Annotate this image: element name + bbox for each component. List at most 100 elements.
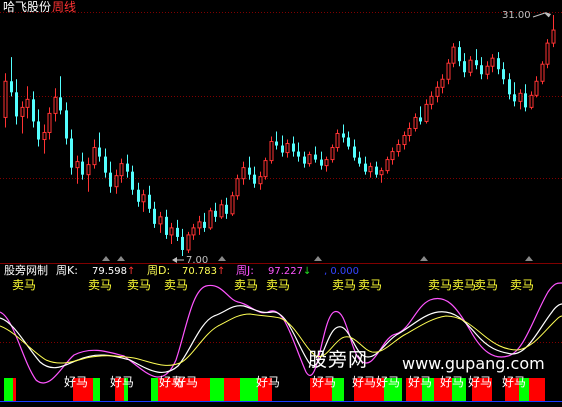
candle-body <box>307 154 312 165</box>
candle-body <box>324 159 329 167</box>
candle-body <box>181 236 184 250</box>
candle-body <box>235 178 240 197</box>
period-label: 周线 <box>52 0 77 14</box>
candle-body <box>25 98 30 108</box>
buy-signal-label: 好马 <box>174 375 199 389</box>
candle-body <box>292 143 295 152</box>
candle-body <box>241 167 246 180</box>
candle-body <box>281 145 284 153</box>
candle-body <box>451 46 456 64</box>
candle-body <box>126 163 129 172</box>
candle-body <box>513 94 516 102</box>
sell-signal-label: 卖马 <box>358 278 383 292</box>
candle-body <box>10 81 13 93</box>
candle-body <box>385 159 390 172</box>
candle-body <box>419 117 422 122</box>
k-arrow-up-icon: ↑ <box>127 266 136 277</box>
buy-signal-label: 好马 <box>64 375 89 389</box>
candle-body <box>137 189 140 202</box>
candle-body <box>230 195 235 215</box>
candle-body <box>104 156 107 173</box>
candle-body <box>440 78 445 88</box>
sell-signal-label: 卖马 <box>510 278 535 292</box>
buy-signal-label: 好马 <box>440 375 465 389</box>
candle-body <box>497 58 500 70</box>
candle-body <box>534 80 539 96</box>
candle-body <box>396 144 401 153</box>
buy-signal-label: 好马 <box>502 375 527 389</box>
high-price-label: 31.00 <box>502 10 531 21</box>
candle-body <box>219 204 224 218</box>
sell-signal-label: 卖马 <box>127 278 152 292</box>
candle-body <box>169 227 174 236</box>
candle-body <box>114 175 119 188</box>
sell-signal-label: 卖马 <box>12 278 37 292</box>
zero-value: , 0.000 <box>324 266 359 277</box>
candle-body <box>353 146 356 158</box>
candle-body <box>186 234 191 251</box>
candle-body <box>131 171 134 190</box>
candle-body <box>153 208 156 224</box>
candle-body <box>540 63 545 82</box>
candle-body <box>37 121 40 140</box>
candle-body <box>402 135 407 146</box>
watermark-url: www.gupang.com <box>402 354 545 373</box>
candle-body <box>86 164 91 176</box>
candle-body <box>20 106 25 117</box>
candle-body <box>263 160 268 178</box>
d-arrow-up-icon: ↑ <box>217 266 226 277</box>
watermark-text: 股旁网 <box>308 349 369 371</box>
j-value: 97.227↓ <box>268 266 312 277</box>
candle-body <box>158 216 163 225</box>
candle-body <box>258 176 263 185</box>
candle-body <box>225 204 228 214</box>
buy-signal-label: 好马 <box>468 375 493 389</box>
stock-name: 哈飞股份 <box>3 0 52 14</box>
candle-body <box>413 116 418 129</box>
candle-body <box>435 86 440 97</box>
candle-body <box>475 60 478 66</box>
candle-body <box>485 65 490 75</box>
candle-body <box>119 163 124 177</box>
candle-body <box>248 167 251 175</box>
candle-body <box>314 154 317 160</box>
chart-canvas <box>0 12 562 402</box>
candle-body <box>165 216 168 235</box>
candle-body <box>53 96 58 114</box>
d-value: 70.783↑ <box>182 266 226 277</box>
low-pointer-head <box>172 257 177 263</box>
k-label: 周K: <box>56 264 78 277</box>
candle-body <box>490 57 495 67</box>
candle-body <box>253 174 256 184</box>
sell-signal-label: 卖马 <box>88 278 113 292</box>
sell-signal-label: 卖马 <box>428 278 453 292</box>
candle-body <box>424 103 429 122</box>
j-label: 周J: <box>236 264 254 277</box>
candle-body <box>335 132 340 149</box>
candle-body <box>545 42 550 65</box>
candle-body <box>81 161 84 175</box>
candle-body <box>214 210 217 217</box>
candle-body <box>524 93 527 108</box>
buy-signal-label: 好马 <box>312 375 337 389</box>
candle-body <box>508 79 511 95</box>
candle-body <box>320 159 323 166</box>
sell-signal-label: 卖马 <box>164 278 189 292</box>
candle-body <box>275 141 278 146</box>
candle-body <box>463 61 466 73</box>
candle-body <box>203 221 206 228</box>
sell-signal-label: 卖马 <box>332 278 357 292</box>
k-value: 79.598↑ <box>92 266 136 277</box>
candle-body <box>330 147 335 161</box>
sell-signal-label: 卖马 <box>234 278 259 292</box>
candle-body <box>42 131 47 141</box>
candle-body <box>285 143 290 154</box>
candle-body <box>480 65 483 75</box>
candle-body <box>458 47 461 62</box>
buy-signal-label: 好马 <box>376 375 401 389</box>
candle-body <box>347 137 350 147</box>
candle-body <box>375 166 378 175</box>
candle-body <box>390 151 395 161</box>
candle-body <box>429 95 434 105</box>
candle-body <box>98 147 101 157</box>
